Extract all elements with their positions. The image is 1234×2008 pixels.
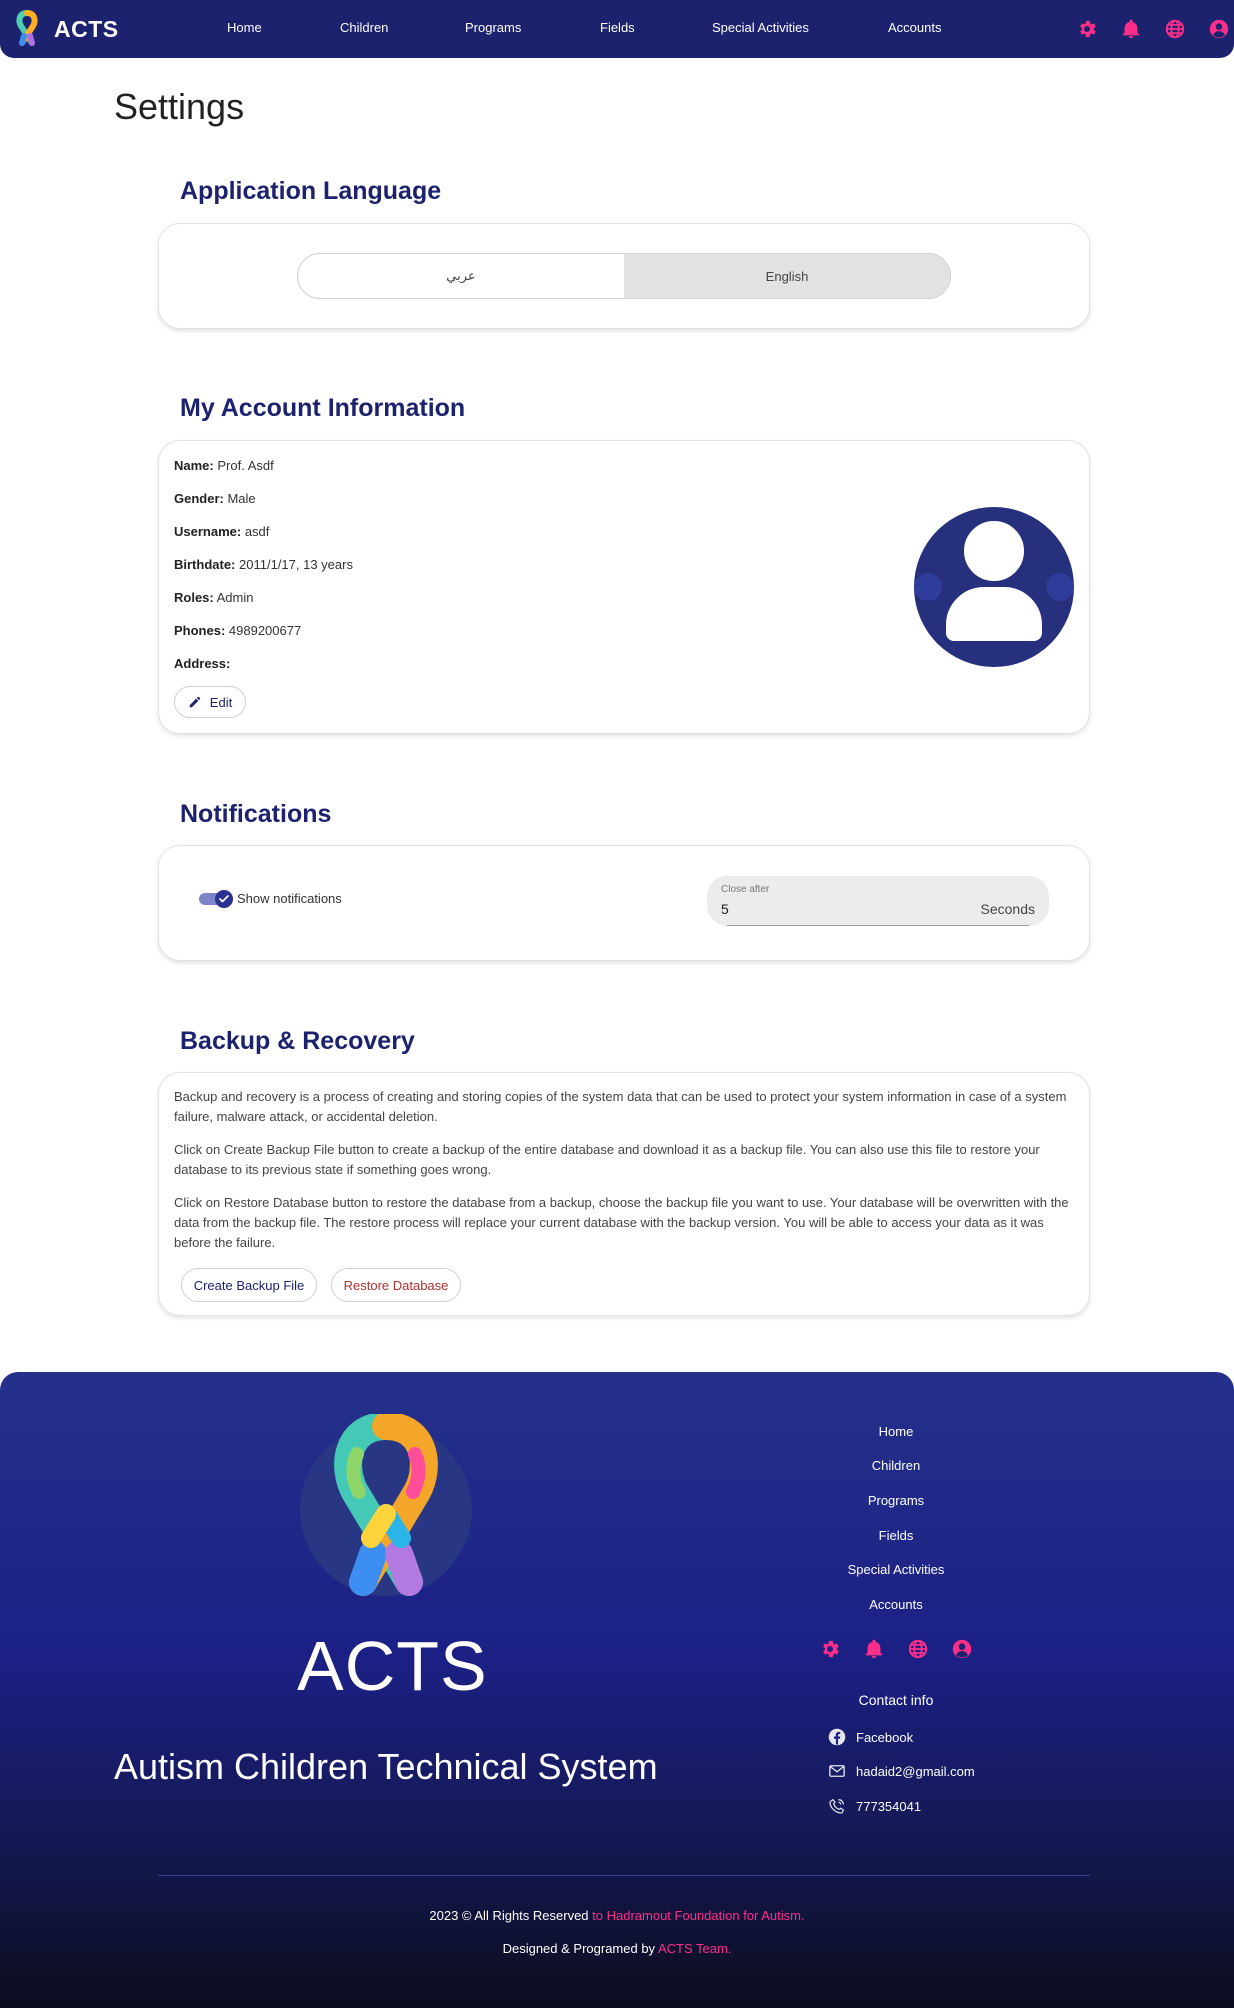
language-toggle: عربي English: [297, 253, 951, 299]
footer-divider: [158, 1875, 1090, 1876]
footer: ACTS Autism Children Technical System Ho…: [0, 1372, 1234, 2008]
show-notifications-label: Show notifications: [237, 891, 342, 906]
phone-icon: [829, 1798, 845, 1814]
account-name: Name: Prof. Asdf: [174, 458, 274, 473]
footer-link-special-activities[interactable]: Special Activities: [800, 1562, 992, 1577]
footer-brand: ACTS: [297, 1627, 488, 1705]
account-birthdate: Birthdate: 2011/1/17, 13 years: [174, 557, 353, 572]
contact-facebook[interactable]: Facebook: [828, 1728, 913, 1746]
contact-email[interactable]: hadaid2@gmail.com: [828, 1762, 975, 1780]
close-after-unit: Seconds: [980, 901, 1035, 917]
mail-icon: [829, 1765, 845, 1777]
nav-accounts[interactable]: Accounts: [888, 20, 941, 35]
contact-info-title: Contact info: [858, 1692, 934, 1708]
account-section-title: My Account Information: [180, 394, 466, 422]
close-after-input[interactable]: Close after 5 Seconds: [707, 876, 1049, 926]
account-gender: Gender: Male: [174, 491, 256, 506]
close-after-label: Close after: [721, 884, 770, 895]
contact-facebook-text: Facebook: [856, 1729, 914, 1745]
globe-icon[interactable]: [906, 1637, 930, 1661]
show-notifications-toggle[interactable]: [199, 890, 233, 908]
bell-icon[interactable]: [862, 1637, 886, 1661]
gear-icon[interactable]: [1075, 17, 1099, 41]
close-after-value[interactable]: 5: [721, 901, 729, 917]
notifications-section-title: Notifications: [180, 800, 332, 828]
nav-fields[interactable]: Fields: [600, 20, 635, 35]
footer-link-home[interactable]: Home: [800, 1424, 992, 1439]
language-card: عربي English: [158, 223, 1090, 329]
footer-link-accounts[interactable]: Accounts: [800, 1597, 992, 1612]
restore-database-button[interactable]: Restore Database: [331, 1268, 461, 1302]
language-section-title: Application Language: [180, 177, 442, 205]
account-phones: Phones: 4989200677: [174, 623, 302, 638]
check-icon: [219, 895, 229, 903]
account-address: Address:: [174, 656, 231, 671]
backup-description-2: Click on Create Backup File button to cr…: [174, 1142, 1040, 1177]
backup-description-3: Click on Restore Database button to rest…: [174, 1195, 1069, 1250]
pencil-icon: [189, 696, 201, 708]
account-card: Name: Prof. Asdf Gender: Male Username: …: [158, 440, 1090, 734]
facebook-icon: [828, 1728, 846, 1746]
copyright-org[interactable]: to Hadramout Foundation for Autism.: [589, 1908, 804, 1923]
avatar: [914, 507, 1074, 667]
gear-icon[interactable]: [818, 1637, 842, 1661]
footer-link-fields[interactable]: Fields: [800, 1528, 992, 1543]
user-icon[interactable]: [950, 1637, 974, 1661]
footer-link-children[interactable]: Children: [800, 1458, 992, 1473]
account-username: Username: asdf: [174, 524, 270, 539]
backup-description-1: Backup and recovery is a process of crea…: [174, 1089, 1067, 1124]
backup-section-title: Backup & Recovery: [180, 1027, 415, 1055]
designed-by-team[interactable]: ACTS Team.: [655, 1941, 731, 1956]
nav-home[interactable]: Home: [227, 20, 262, 35]
nav-special-activities[interactable]: Special Activities: [712, 20, 809, 35]
copyright: 2023 © All Rights Reserved to Hadramout …: [429, 1908, 805, 1923]
globe-icon[interactable]: [1163, 17, 1187, 41]
notifications-card: Show notifications Close after 5 Seconds: [158, 845, 1090, 961]
language-option-english[interactable]: English: [624, 254, 950, 298]
user-icon[interactable]: [1207, 17, 1231, 41]
backup-card: Backup and recovery is a process of crea…: [158, 1072, 1090, 1316]
page-title: Settings: [114, 86, 245, 127]
edit-button-label: Edit: [209, 694, 233, 710]
edit-button[interactable]: Edit: [174, 686, 246, 718]
contact-phone[interactable]: 777354041: [828, 1797, 921, 1815]
nav-children[interactable]: Children: [340, 20, 388, 35]
account-roles: Roles: Admin: [174, 590, 254, 605]
footer-tagline: Autism Children Technical System: [114, 1746, 658, 1787]
top-navbar: ACTS Home Children Programs Fields Speci…: [0, 0, 1234, 58]
footer-link-programs[interactable]: Programs: [800, 1493, 992, 1508]
contact-phone-text: 777354041: [856, 1798, 922, 1814]
contact-email-text: hadaid2@gmail.com: [856, 1763, 975, 1779]
create-backup-button[interactable]: Create Backup File: [181, 1268, 317, 1302]
designed-by: Designed & Programed by ACTS Team.: [502, 1941, 732, 1956]
language-option-arabic[interactable]: عربي: [298, 254, 624, 298]
ribbon-logo-icon: [300, 1414, 472, 1596]
bell-icon[interactable]: [1119, 17, 1143, 41]
nav-programs[interactable]: Programs: [465, 20, 521, 35]
